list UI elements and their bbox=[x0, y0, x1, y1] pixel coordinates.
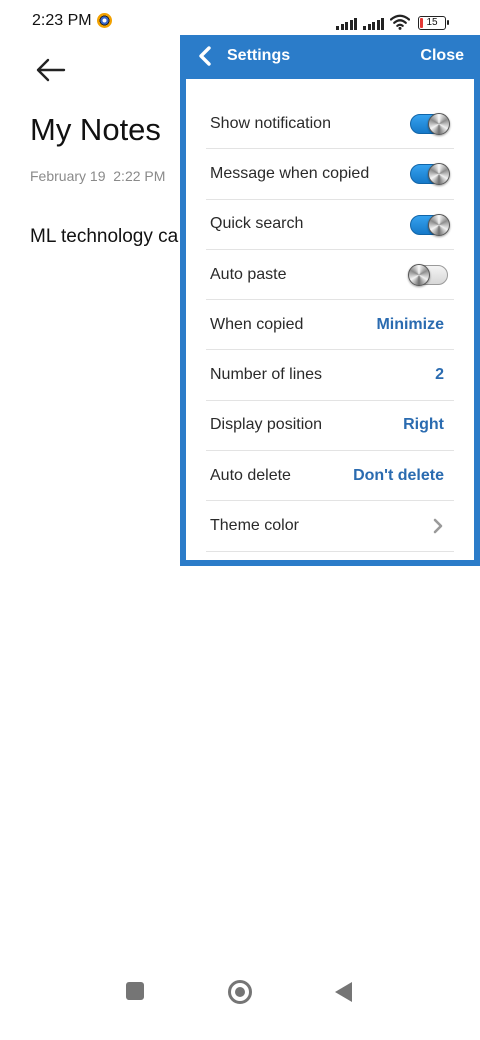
show-notification-toggle[interactable] bbox=[410, 113, 450, 135]
settings-title: Settings bbox=[227, 47, 291, 64]
setting-label: Number of lines bbox=[210, 366, 323, 384]
setting-auto-paste[interactable]: Auto paste bbox=[206, 250, 454, 301]
auto-delete-value[interactable]: Don't delete bbox=[353, 467, 444, 485]
setting-quick-search[interactable]: Quick search bbox=[206, 200, 454, 250]
navigation-bar bbox=[0, 980, 480, 1040]
signal-1-icon bbox=[336, 16, 357, 30]
setting-theme-color[interactable]: Theme color bbox=[206, 501, 454, 552]
display-position-value[interactable]: Right bbox=[403, 416, 444, 434]
status-icons: 15 bbox=[336, 12, 449, 30]
settings-header: Settings Close bbox=[186, 35, 474, 79]
setting-label: Auto delete bbox=[210, 466, 291, 484]
settings-panel: Settings Close Show notification Message… bbox=[180, 35, 480, 566]
setting-label: When copied bbox=[210, 315, 304, 333]
triangle-left-icon[interactable] bbox=[335, 982, 352, 1002]
number-of-lines-value[interactable]: 2 bbox=[435, 366, 444, 384]
setting-show-notification[interactable]: Show notification bbox=[206, 99, 454, 150]
arrow-left-icon[interactable] bbox=[30, 54, 70, 86]
setting-display-position[interactable]: Display position Right bbox=[206, 401, 454, 452]
toggle-knob bbox=[428, 213, 450, 236]
quick-search-toggle[interactable] bbox=[410, 213, 450, 236]
chevron-right-icon bbox=[433, 519, 443, 534]
toggle-knob bbox=[408, 263, 430, 286]
wifi-icon bbox=[390, 14, 410, 30]
settings-list: Show notification Message when copied Qu… bbox=[186, 79, 474, 560]
app-notification-icon bbox=[97, 13, 112, 28]
setting-label: Theme color bbox=[210, 517, 299, 535]
toggle-knob bbox=[428, 113, 450, 135]
battery-icon: 15 bbox=[418, 16, 449, 30]
message-when-copied-toggle[interactable] bbox=[410, 163, 450, 186]
setting-message-when-copied[interactable]: Message when copied bbox=[206, 149, 454, 200]
signal-2-icon bbox=[363, 16, 384, 30]
note-date: February 19 2:22 PM bbox=[30, 168, 166, 184]
auto-paste-toggle[interactable] bbox=[408, 263, 448, 286]
setting-number-of-lines[interactable]: Number of lines 2 bbox=[206, 350, 454, 401]
when-copied-value[interactable]: Minimize bbox=[376, 316, 444, 334]
setting-label: Show notification bbox=[210, 114, 331, 132]
page-title: My Notes bbox=[30, 112, 161, 147]
setting-label: Message when copied bbox=[210, 164, 370, 182]
toggle-knob bbox=[428, 163, 450, 186]
circle-icon[interactable] bbox=[228, 980, 252, 1004]
setting-label: Display position bbox=[210, 416, 323, 434]
setting-auto-delete[interactable]: Auto delete Don't delete bbox=[206, 451, 454, 502]
setting-label: Auto paste bbox=[210, 265, 287, 283]
setting-label: Quick search bbox=[210, 215, 304, 233]
note-text[interactable]: ML technology ca bbox=[30, 226, 178, 248]
battery-level: 15 bbox=[426, 17, 438, 28]
chevron-left-icon[interactable] bbox=[197, 46, 213, 66]
close-button[interactable]: Close bbox=[420, 47, 464, 65]
square-icon[interactable] bbox=[126, 982, 144, 1000]
status-time: 2:23 PM bbox=[32, 12, 92, 29]
setting-when-copied[interactable]: When copied Minimize bbox=[206, 300, 454, 351]
